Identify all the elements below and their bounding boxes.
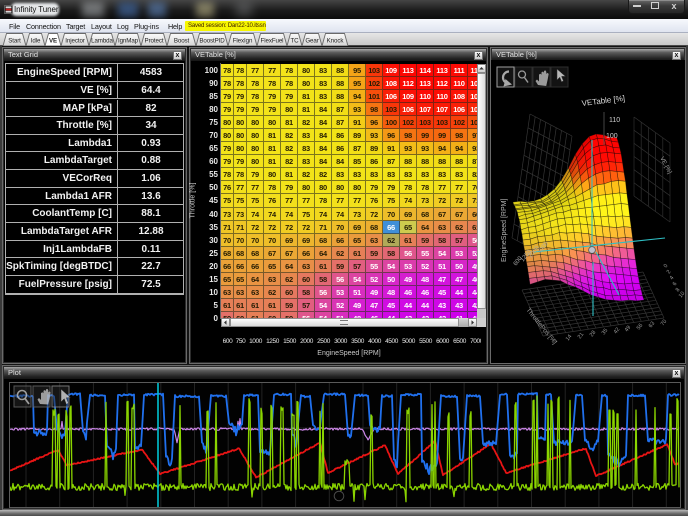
svg-text:Gear: Gear xyxy=(305,38,318,45)
svg-text:Protect: Protect xyxy=(145,38,164,45)
svg-text:Start: Start xyxy=(8,38,21,45)
svg-text:Idle: Idle xyxy=(31,38,41,45)
svg-text:Injector: Injector xyxy=(65,38,85,45)
svg-text:Lambda: Lambda xyxy=(91,38,113,45)
svg-text:Boost: Boost xyxy=(174,38,190,45)
svg-text:FlexIgn: FlexIgn xyxy=(233,38,253,45)
svg-text:TC: TC xyxy=(290,38,299,45)
svg-text:BoostPID: BoostPID xyxy=(199,38,225,45)
svg-text:IgnMap: IgnMap xyxy=(118,38,139,45)
svg-text:100: 100 xyxy=(606,133,618,140)
svg-text:FlexFuel: FlexFuel xyxy=(261,38,284,45)
svg-text:VE: VE xyxy=(49,38,57,45)
svg-text:Knock: Knock xyxy=(327,38,345,45)
svg-text:EngineSpeed [RPM]: EngineSpeed [RPM] xyxy=(501,199,508,262)
svg-text:110: 110 xyxy=(609,117,620,124)
